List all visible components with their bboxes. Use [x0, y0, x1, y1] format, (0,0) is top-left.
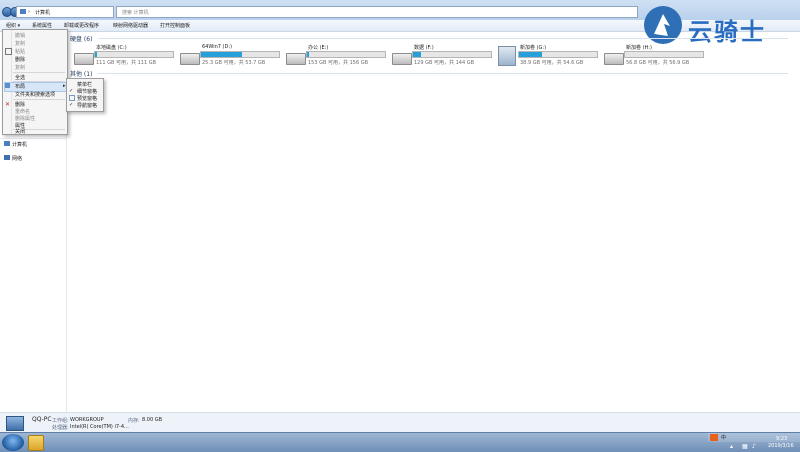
- menu-item-paste[interactable]: 粘贴: [15, 48, 25, 55]
- drive-size: 129 GB 可用，共 144 GB: [414, 60, 475, 66]
- network-status-icon[interactable]: ▦: [742, 443, 748, 450]
- sogou-icon[interactable]: [710, 434, 718, 441]
- hard-drive-icon: [180, 53, 200, 65]
- taskbar: 中 ▴ ▦ ♪ 9:23 2019/3/16: [0, 432, 800, 452]
- address-text: 计算机: [35, 10, 51, 16]
- paste-icon: [5, 48, 12, 55]
- menu-item-copy-2[interactable]: 复制: [15, 64, 25, 71]
- layout-submenu: 菜单栏 ✓ 细节窗格 预览窗格 ✓ 导航窗格: [66, 78, 104, 112]
- menu-item-remove-properties[interactable]: 删除属性: [15, 115, 35, 122]
- computer-icon: [4, 141, 10, 146]
- address-field[interactable]: › 计算机: [16, 6, 114, 18]
- memory-label: 内存:: [128, 418, 140, 424]
- menu-item-select-all[interactable]: 全选: [15, 74, 25, 81]
- group-header-hdd[interactable]: 硬盘 (6): [70, 34, 92, 43]
- drive-usage-bar: [412, 51, 492, 58]
- workgroup-label: 工作组:: [52, 418, 69, 424]
- drive-size: 111 GB 可用，共 111 GB: [96, 60, 157, 66]
- uninstall-program-button[interactable]: 卸载或更改程序: [64, 22, 99, 29]
- drive-usage-bar: [624, 51, 704, 58]
- search-input[interactable]: 搜索 计算机: [116, 6, 638, 18]
- drive-name: 本地磁盘 (C:): [96, 45, 127, 51]
- drive-name: 办公 (E:): [308, 45, 329, 51]
- details-pane: QQ-PC 工作组: WORKGROUP 内存: 8.00 GB 处理器: In…: [0, 412, 800, 433]
- drive-name: 数据 (F:): [414, 45, 434, 51]
- menu-item-folder-options[interactable]: 文件夹和搜索选项: [15, 91, 55, 98]
- content-area: 硬盘 (6) 其他 (1): [66, 31, 800, 412]
- drive-size: 56.8 GB 可用，共 56.9 GB: [626, 60, 690, 66]
- ime-mode[interactable]: 中: [721, 434, 726, 441]
- drive-name: 新加卷 (H:): [626, 45, 652, 51]
- submenu-item-navigation-pane[interactable]: 导航窗格: [77, 102, 97, 109]
- submenu-item-menubar[interactable]: 菜单栏: [77, 81, 92, 88]
- server-drive-icon: [498, 46, 516, 66]
- submenu-item-details-pane[interactable]: 细节窗格: [77, 88, 97, 95]
- nav-item-computer[interactable]: 计算机: [12, 141, 27, 148]
- group-header-other[interactable]: 其他 (1): [70, 69, 92, 78]
- drive-usage-bar: [94, 51, 174, 58]
- memory-value: 8.00 GB: [142, 417, 163, 423]
- nav-item-network[interactable]: 网络: [12, 155, 22, 162]
- drive-usage-bar: [200, 51, 280, 58]
- drive-size: 25.3 GB 可用，共 53.7 GB: [202, 60, 266, 66]
- search-placeholder: 搜索 计算机: [122, 10, 149, 16]
- clock-time[interactable]: 9:23: [776, 436, 787, 442]
- drive-size: 153 GB 可用，共 156 GB: [308, 60, 369, 66]
- start-button[interactable]: [2, 434, 24, 451]
- menu-item-copy[interactable]: 复制: [15, 40, 25, 47]
- menu-item-undo[interactable]: 撤销: [15, 32, 25, 39]
- organize-button[interactable]: 组织 ▾: [6, 22, 20, 29]
- menu-item-rename[interactable]: 重命名: [15, 108, 30, 115]
- checkmark-icon: ✓: [69, 88, 74, 94]
- menu-item-delete[interactable]: 删除: [15, 56, 25, 63]
- cpu-label: 处理器:: [52, 425, 69, 431]
- cpu-value: Intel(R) Core(TM) i7-4...: [70, 424, 129, 430]
- delete-icon: ✕: [5, 101, 11, 108]
- pc-name: QQ-PC: [32, 416, 52, 423]
- organize-menu: 撤销 复制 粘贴 删除 复制 全选 布局 ▸ 文件夹和搜索选项 ✕ 删除 重命名…: [2, 29, 68, 135]
- drive-usage-bar: [306, 51, 386, 58]
- submenu-item-preview-pane[interactable]: 预览窗格: [77, 95, 97, 102]
- volume-icon[interactable]: ♪: [752, 443, 756, 450]
- hard-drive-icon: [604, 53, 624, 65]
- menu-item-delete-2[interactable]: 删除: [15, 101, 25, 108]
- drive-name: 64Win7 (D:): [202, 44, 232, 50]
- explorer-taskbar-icon[interactable]: [28, 435, 44, 451]
- layout-icon: [5, 83, 10, 88]
- hard-drive-icon: [286, 53, 306, 65]
- drive-name: 新加卷 (G:): [520, 45, 547, 51]
- clock-date[interactable]: 2019/3/16: [768, 443, 794, 449]
- menu-item-layout[interactable]: 布局: [15, 83, 25, 90]
- drive-size: 38.9 GB 可用，共 54.6 GB: [520, 60, 584, 66]
- checkmark-icon: ✓: [69, 102, 74, 108]
- drive-usage-bar: [518, 51, 598, 58]
- tray-arrow-icon[interactable]: ▴: [730, 443, 733, 450]
- network-icon: [4, 155, 10, 160]
- preview-pane-icon: [69, 95, 75, 101]
- hard-drive-icon: [74, 53, 94, 65]
- workgroup-value: WORKGROUP: [70, 417, 104, 423]
- map-network-drive-button[interactable]: 映射网络驱动器: [113, 22, 148, 29]
- menu-item-close[interactable]: 关闭: [15, 128, 25, 135]
- computer-icon: [20, 9, 26, 14]
- computer-icon: [6, 416, 24, 431]
- system-properties-button[interactable]: 系统属性: [32, 22, 52, 29]
- breadcrumb-separator: ›: [28, 9, 30, 15]
- hard-drive-icon: [392, 53, 412, 65]
- open-control-panel-button[interactable]: 打开控制面板: [160, 22, 190, 29]
